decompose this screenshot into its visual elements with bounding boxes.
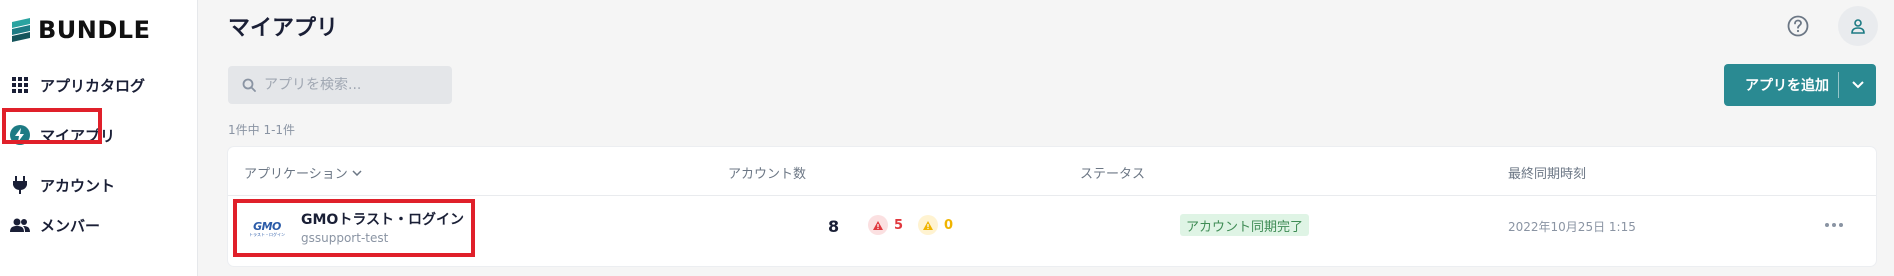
brand-name: BUNDLE xyxy=(38,16,151,44)
warning-badge: 0 xyxy=(918,214,953,236)
result-count: 1件中 1-1件 xyxy=(228,123,296,137)
add-app-button[interactable]: アプリを追加 xyxy=(1724,64,1876,106)
plug-icon xyxy=(10,175,30,195)
sort-chevron-icon xyxy=(352,169,362,176)
add-app-label: アプリを追加 xyxy=(1745,78,1829,94)
user-icon[interactable] xyxy=(1838,6,1878,46)
app-logo: GMO トラスト・ログイン xyxy=(249,220,285,237)
more-options-icon[interactable] xyxy=(1822,217,1846,233)
sidebar-item-label: メンバー xyxy=(40,216,101,235)
help-circle-icon[interactable] xyxy=(1782,10,1814,42)
sidebar: BUNDLE アプリカタログ マイアプリ アカウント メンバー xyxy=(0,0,198,276)
people-icon xyxy=(10,215,30,235)
column-header-application[interactable]: アプリケーション xyxy=(244,163,362,182)
search-box[interactable] xyxy=(228,66,452,104)
alert-triangle-icon xyxy=(868,215,888,235)
page-title: マイアプリ xyxy=(228,16,339,41)
bundle-logo-icon xyxy=(12,18,30,42)
app-name[interactable]: GMOトラスト・ログイン xyxy=(301,209,464,229)
sidebar-item-app-catalog[interactable]: アプリカタログ xyxy=(8,67,188,103)
bolt-icon xyxy=(10,125,30,145)
sidebar-item-label: マイアプリ xyxy=(40,126,116,145)
app-subtitle: gssupport-test xyxy=(301,231,389,245)
sidebar-item-label: アカウント xyxy=(40,176,116,195)
brand-logo[interactable]: BUNDLE xyxy=(10,16,150,44)
sidebar-item-label: アプリカタログ xyxy=(40,76,146,95)
chevron-down-icon[interactable] xyxy=(1839,81,1876,89)
apps-table: アプリケーション アカウント数 ステータス 最終同期時刻 GMO トラスト・ログ… xyxy=(228,147,1876,266)
status-badge: アカウント同期完了 xyxy=(1180,214,1310,236)
grid-icon xyxy=(10,75,30,95)
sidebar-item-accounts[interactable]: アカウント xyxy=(8,167,188,203)
header-divider xyxy=(228,195,1876,196)
column-header-last-sync: 最終同期時刻 xyxy=(1508,167,1587,182)
column-header-account-count: アカウント数 xyxy=(728,167,807,182)
error-badge: 5 xyxy=(868,214,903,236)
main-content: マイアプリ アプリを追加 1件中 1-1件 アプリケーション xyxy=(198,0,1894,276)
warning-count: 0 xyxy=(944,217,954,233)
warning-triangle-icon xyxy=(918,215,938,235)
last-sync-time: 2022年10月25日 1:15 xyxy=(1508,220,1636,234)
error-count: 5 xyxy=(894,217,904,233)
sidebar-item-my-apps[interactable]: マイアプリ xyxy=(8,117,188,153)
search-input[interactable] xyxy=(264,77,434,93)
column-header-status: ステータス xyxy=(1080,167,1146,182)
account-count: 8 xyxy=(828,217,840,236)
search-icon xyxy=(242,78,256,92)
sidebar-item-members[interactable]: メンバー xyxy=(8,207,188,243)
